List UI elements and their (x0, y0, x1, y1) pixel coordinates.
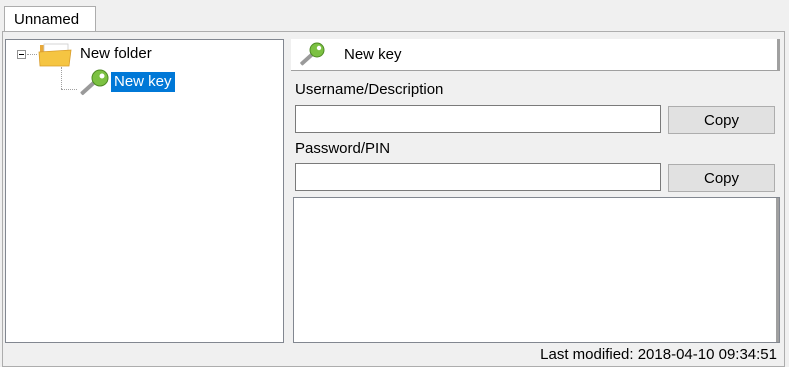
tab-label: Unnamed (14, 11, 80, 28)
password-label: Password/PIN (295, 140, 391, 157)
entry-title: New key (344, 46, 402, 63)
folder-icon (38, 43, 72, 67)
tree-item-new-key[interactable]: New key (111, 72, 175, 92)
key-tree[interactable]: New folder New key (5, 39, 284, 343)
tree-connector (61, 89, 77, 90)
tab-unnamed[interactable]: Unnamed (4, 6, 96, 32)
key-icon (80, 69, 109, 96)
entry-header: New key (291, 39, 780, 71)
tree-connector (61, 67, 62, 89)
key-icon (300, 42, 325, 66)
scrollbar[interactable] (776, 198, 779, 342)
entry-detail-panel: New key Username/Description Copy Passwo… (291, 39, 780, 343)
tree-folder-label[interactable]: New folder (80, 45, 152, 62)
notes-textarea[interactable] (293, 197, 780, 343)
username-field[interactable] (295, 105, 661, 133)
copy-password-button[interactable]: Copy (668, 164, 775, 192)
password-field[interactable] (295, 163, 661, 191)
copy-username-button[interactable]: Copy (668, 106, 775, 134)
tab-bar: Unnamed (0, 0, 789, 32)
collapse-toggle-icon[interactable] (17, 50, 26, 59)
last-modified-status: Last modified: 2018-04-10 09:34:51 (540, 346, 777, 363)
tree-connector (27, 54, 37, 55)
username-label: Username/Description (295, 81, 444, 98)
scrollbar[interactable] (777, 39, 780, 71)
